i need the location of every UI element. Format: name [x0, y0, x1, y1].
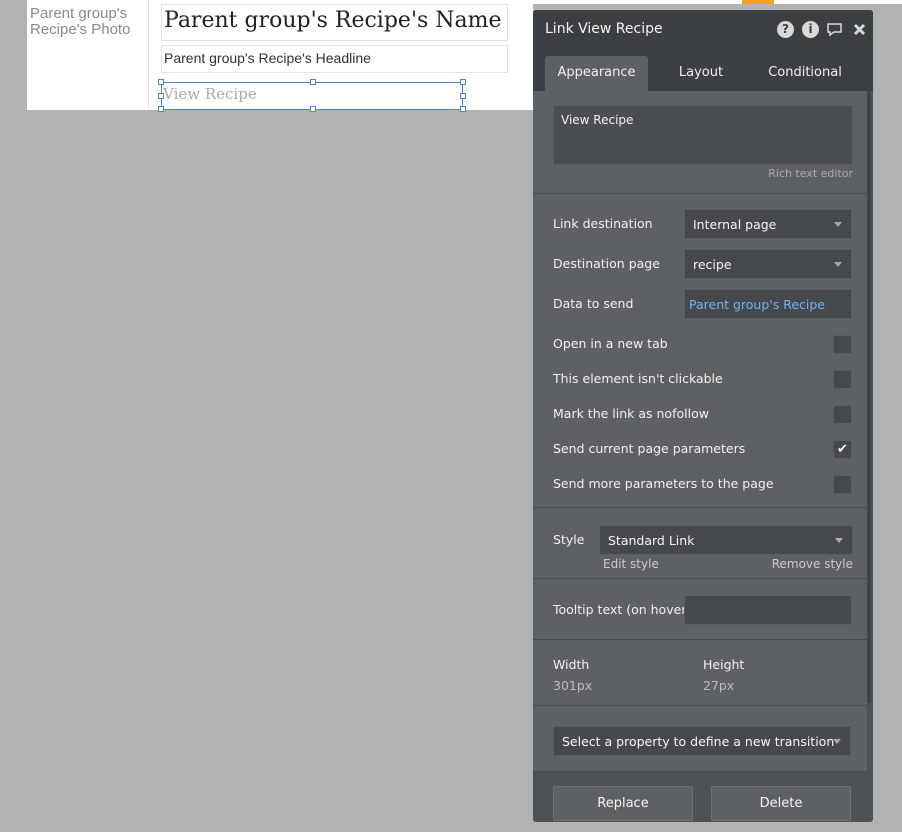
recipe-name-text[interactable]: Parent group's Recipe's Name — [161, 4, 508, 41]
width-value: 301px — [553, 678, 593, 693]
separator — [533, 771, 867, 772]
chevron-down-icon — [834, 222, 842, 227]
link-destination-value: Internal page — [693, 217, 777, 232]
destination-page-value: recipe — [693, 257, 732, 272]
panel-header[interactable]: Link View Recipe ? i — [533, 10, 873, 49]
close-icon[interactable] — [851, 21, 868, 38]
link-destination-dropdown[interactable]: Internal page — [684, 209, 852, 239]
tooltip-label: Tooltip text (on hover) — [553, 602, 692, 617]
destination-page-label: Destination page — [553, 256, 660, 271]
accent-marker — [742, 0, 774, 4]
resize-handle-bottom[interactable] — [310, 106, 316, 112]
send-more-params-checkbox[interactable] — [833, 475, 852, 494]
resize-handle-left[interactable] — [158, 93, 164, 99]
resize-handle-top[interactable] — [310, 79, 316, 85]
tab-bar: Appearance Layout Conditional — [533, 49, 873, 91]
property-editor-panel: Link View Recipe ? i Appearance Layout C… — [533, 10, 873, 822]
resize-handle-top-right[interactable] — [460, 79, 466, 85]
rich-text-editor-link[interactable]: Rich text editor — [768, 167, 853, 180]
resize-handle-top-left[interactable] — [158, 79, 164, 85]
not-clickable-checkbox[interactable] — [833, 370, 852, 389]
page-canvas-top-edge — [533, 0, 902, 4]
style-value: Standard Link — [608, 533, 695, 548]
checkmark-icon: ✔ — [837, 442, 848, 457]
checkbox-label-nofollow: Mark the link as nofollow — [553, 406, 709, 421]
height-label: Height — [703, 657, 745, 672]
tab-conditional[interactable]: Conditional — [755, 56, 855, 91]
nofollow-checkbox[interactable] — [833, 405, 852, 424]
tab-layout[interactable]: Layout — [653, 56, 749, 91]
transition-placeholder: Select a property to define a new transi… — [562, 734, 835, 749]
data-to-send-field[interactable]: Parent group's Recipe — [684, 289, 852, 319]
style-label: Style — [553, 532, 585, 547]
resize-handle-right[interactable] — [460, 93, 466, 99]
transition-property-dropdown[interactable]: Select a property to define a new transi… — [553, 726, 851, 756]
style-dropdown[interactable]: Standard Link — [599, 525, 853, 555]
chevron-down-icon — [835, 538, 843, 543]
height-value: 27px — [703, 678, 735, 693]
checkbox-label-not-clickable: This element isn't clickable — [553, 371, 723, 386]
resize-handle-bottom-right[interactable] — [460, 106, 466, 112]
chevron-down-icon — [833, 739, 841, 744]
replace-button[interactable]: Replace — [553, 786, 693, 821]
checkbox-label-new-tab: Open in a new tab — [553, 336, 668, 351]
remove-style-link[interactable]: Remove style — [772, 557, 853, 571]
info-icon[interactable]: i — [802, 21, 819, 38]
divider — [148, 0, 149, 110]
data-to-send-label: Data to send — [553, 296, 634, 311]
section-size — [533, 640, 867, 705]
send-current-params-checkbox[interactable]: ✔ — [833, 440, 852, 459]
checkbox-label-send-more-params: Send more parameters to the page — [553, 476, 774, 491]
delete-button[interactable]: Delete — [711, 786, 851, 821]
destination-page-dropdown[interactable]: recipe — [684, 249, 852, 279]
edit-style-link[interactable]: Edit style — [603, 557, 659, 571]
link-destination-label: Link destination — [553, 216, 653, 231]
help-icon[interactable]: ? — [777, 21, 794, 38]
open-new-tab-checkbox[interactable] — [833, 335, 852, 354]
tab-appearance[interactable]: Appearance — [545, 56, 648, 91]
comment-icon[interactable] — [826, 21, 843, 38]
resize-handle-bottom-left[interactable] — [158, 106, 164, 112]
width-label: Width — [553, 657, 590, 672]
recipe-photo-placeholder[interactable]: Parent group's Recipe's Photo — [30, 6, 148, 38]
panel-title: Link View Recipe — [545, 21, 663, 37]
tooltip-input[interactable] — [684, 595, 852, 625]
checkbox-label-send-current-params: Send current page parameters — [553, 441, 746, 456]
recipe-headline-text[interactable]: Parent group's Recipe's Headline — [161, 45, 508, 73]
chevron-down-icon — [834, 262, 842, 267]
link-text-input[interactable]: View Recipe — [553, 105, 853, 165]
